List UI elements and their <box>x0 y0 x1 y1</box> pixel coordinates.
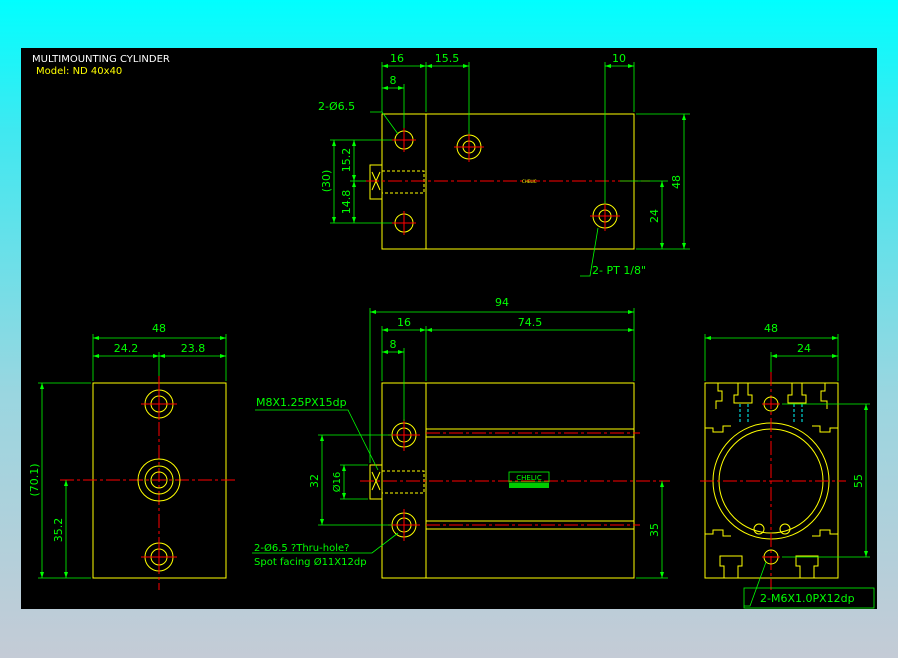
label-hole: 2-Ø6.5 <box>318 100 355 113</box>
dim-48: 48 <box>670 175 683 189</box>
dim-16: 16 <box>390 52 404 65</box>
dim-16: 16 <box>397 316 411 329</box>
dim-35: 35 <box>648 523 661 537</box>
dim-55: 55 <box>852 474 865 488</box>
dim-24: 24 <box>797 342 811 355</box>
dim-23-8: 23.8 <box>181 342 206 355</box>
dim-14-8: 14.8 <box>340 190 353 215</box>
dim-32: 32 <box>308 474 321 488</box>
cad-drawing: MULTIMOUNTING CYLINDER Model: ND 40x40 C… <box>21 48 877 609</box>
dim-15-5: 15.5 <box>435 52 460 65</box>
dim-35-2: 35.2 <box>52 518 65 543</box>
dim-30: (30) <box>320 170 333 193</box>
dim-70-1: (70.1) <box>28 463 41 496</box>
dim-10: 10 <box>612 52 626 65</box>
dim-74-5: 74.5 <box>518 316 543 329</box>
dim-dia16: Ø16 <box>331 472 343 493</box>
label-hole: 2-Ø6.5 ?Thru-hole? <box>254 542 349 554</box>
label-tap: 2-M6X1.0PX12dp <box>760 592 855 605</box>
svg-text:CHELIC: CHELIC <box>522 179 537 184</box>
dim-8: 8 <box>390 74 397 87</box>
dim-48: 48 <box>764 322 778 335</box>
dim-8: 8 <box>390 338 397 351</box>
svg-text:CHELIC: CHELIC <box>516 474 542 482</box>
dim-48: 48 <box>152 322 166 335</box>
label-thread: M8X1.25PX15dp <box>256 396 347 409</box>
dim-94: 94 <box>495 296 509 309</box>
dim-24: 24 <box>648 209 661 223</box>
dim-24-2: 24.2 <box>114 342 139 355</box>
drawing-model: Model: ND 40x40 <box>36 66 122 77</box>
drawing-title: MULTIMOUNTING CYLINDER <box>32 54 170 65</box>
label-port: 2- PT 1/8" <box>592 264 646 277</box>
label-spot-facing: Spot facing Ø11X12dp <box>254 556 367 568</box>
dim-15-2: 15.2 <box>340 148 353 173</box>
